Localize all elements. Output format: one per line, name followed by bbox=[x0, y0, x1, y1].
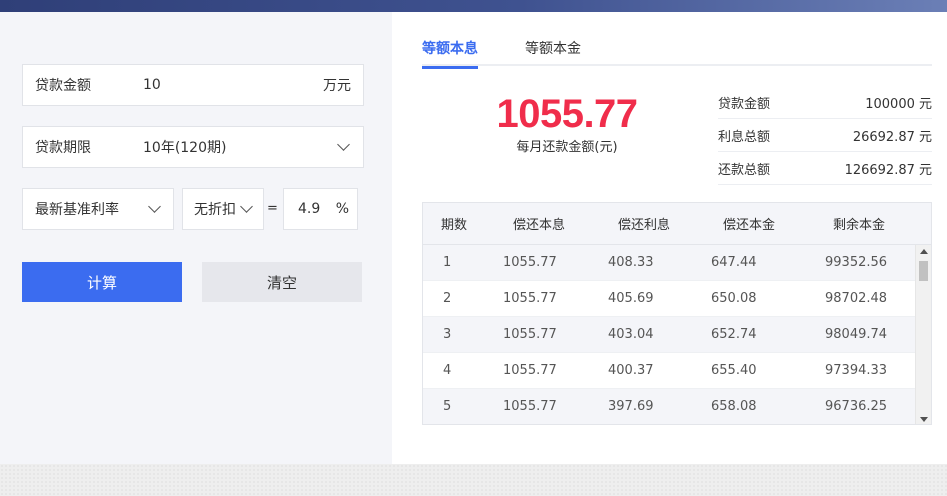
column-header: 剩余本金 bbox=[833, 218, 886, 233]
loan-form-panel: 贷款金额 10 万元 贷款期限 10年(120期) 最新基准利率 无折扣 = 4… bbox=[0, 12, 392, 464]
column-header: 偿还利息 bbox=[618, 218, 671, 233]
loan-amount-unit: 万元 bbox=[323, 78, 351, 94]
column-header: 偿还本息 bbox=[513, 218, 566, 233]
chevron-down-icon[interactable] bbox=[148, 200, 161, 213]
table-row: 1 1055.77 408.33 647.44 99352.56 bbox=[423, 245, 931, 281]
summary-label: 还款总额 bbox=[718, 162, 771, 178]
loan-amount-input[interactable]: 10 bbox=[143, 77, 161, 93]
table-cell: 647.44 bbox=[711, 255, 757, 270]
table-cell: 397.69 bbox=[608, 399, 654, 414]
table-cell: 1055.77 bbox=[503, 291, 557, 306]
table-cell: 99352.56 bbox=[825, 255, 888, 270]
table-cell: 1055.77 bbox=[503, 399, 557, 414]
scroll-thumb[interactable] bbox=[919, 261, 928, 281]
table-cell: 405.69 bbox=[608, 291, 654, 306]
repayment-tabs: 等额本息 等额本金 bbox=[422, 36, 932, 69]
table-cell: 658.08 bbox=[711, 399, 757, 414]
rate-field[interactable]: 4.9 % bbox=[283, 188, 358, 230]
scroll-down-icon[interactable] bbox=[920, 417, 928, 422]
rate-unit: % bbox=[335, 201, 349, 217]
table-cell: 96736.25 bbox=[825, 399, 888, 414]
monthly-payment-caption: 每月还款金额(元) bbox=[516, 140, 618, 155]
top-header-bar bbox=[0, 0, 947, 12]
table-cell: 2 bbox=[443, 291, 452, 306]
table-cell: 1055.77 bbox=[503, 327, 557, 342]
table-scrollbar[interactable] bbox=[915, 245, 931, 424]
table-row: 5 1055.77 397.69 658.08 96736.25 bbox=[423, 389, 931, 424]
tab-equal-installment[interactable]: 等额本息 bbox=[422, 38, 478, 69]
table-cell: 3 bbox=[443, 327, 452, 342]
result-panel: 等额本息 等额本金 1055.77 每月还款金额(元) 贷款金额 100000 … bbox=[392, 12, 947, 464]
equals-sign: = bbox=[267, 201, 278, 216]
column-header: 偿还本金 bbox=[723, 218, 776, 233]
summary-value: 100000 元 bbox=[865, 96, 932, 112]
discount-value[interactable]: 无折扣 bbox=[183, 199, 236, 219]
column-header: 期数 bbox=[441, 218, 468, 233]
table-cell: 652.74 bbox=[711, 327, 757, 342]
summary-row: 利息总额 26692.87 元 bbox=[718, 119, 932, 152]
table-cell: 650.08 bbox=[711, 291, 757, 306]
chevron-down-icon[interactable] bbox=[337, 138, 350, 151]
loan-term-label: 贷款期限 bbox=[35, 140, 91, 156]
table-cell: 408.33 bbox=[608, 255, 654, 270]
rate-input[interactable]: 4.9 bbox=[284, 201, 320, 217]
table-cell: 655.40 bbox=[711, 363, 757, 378]
table-row: 3 1055.77 403.04 652.74 98049.74 bbox=[423, 317, 931, 353]
table-cell: 98049.74 bbox=[825, 327, 888, 342]
summary-label: 利息总额 bbox=[718, 129, 771, 145]
table-cell: 1 bbox=[443, 255, 452, 270]
discount-select[interactable]: 无折扣 bbox=[182, 188, 264, 230]
loan-amount-field[interactable]: 贷款金额 10 万元 bbox=[22, 64, 364, 106]
summary-row: 还款总额 126692.87 元 bbox=[718, 152, 932, 185]
scroll-up-icon[interactable] bbox=[920, 249, 928, 254]
tab-equal-principal[interactable]: 等额本金 bbox=[525, 38, 581, 66]
table-header: 期数 偿还本息 偿还利息 偿还本金 剩余本金 bbox=[423, 203, 931, 245]
summary-value: 26692.87 元 bbox=[852, 129, 932, 145]
summary-value: 126692.87 元 bbox=[844, 162, 932, 178]
table-row: 2 1055.77 405.69 650.08 98702.48 bbox=[423, 281, 931, 317]
summary-label: 贷款金额 bbox=[718, 96, 771, 112]
page-footer-background bbox=[0, 464, 947, 496]
table-cell: 97394.33 bbox=[825, 363, 888, 378]
table-cell: 1055.77 bbox=[503, 255, 557, 270]
calculate-button[interactable]: 计算 bbox=[22, 262, 182, 302]
summary-row: 贷款金额 100000 元 bbox=[718, 86, 932, 119]
loan-term-value[interactable]: 10年(120期) bbox=[143, 137, 226, 157]
repayment-table[interactable]: 期数 偿还本息 偿还利息 偿还本金 剩余本金 1 1055.77 408.33 … bbox=[422, 202, 932, 425]
table-cell: 403.04 bbox=[608, 327, 654, 342]
table-cell: 4 bbox=[443, 363, 452, 378]
chevron-down-icon[interactable] bbox=[240, 200, 253, 213]
table-cell: 5 bbox=[443, 399, 452, 414]
loan-amount-label: 贷款金额 bbox=[35, 78, 91, 94]
monthly-payment-amount: 1055.77 bbox=[496, 92, 638, 136]
rate-type-value[interactable]: 最新基准利率 bbox=[23, 199, 119, 219]
table-cell: 98702.48 bbox=[825, 291, 888, 306]
clear-button[interactable]: 清空 bbox=[202, 262, 362, 302]
loan-term-select[interactable]: 贷款期限 10年(120期) bbox=[22, 126, 364, 168]
rate-type-select[interactable]: 最新基准利率 bbox=[22, 188, 174, 230]
table-cell: 1055.77 bbox=[503, 363, 557, 378]
table-cell: 400.37 bbox=[608, 363, 654, 378]
table-row: 4 1055.77 400.37 655.40 97394.33 bbox=[423, 353, 931, 389]
